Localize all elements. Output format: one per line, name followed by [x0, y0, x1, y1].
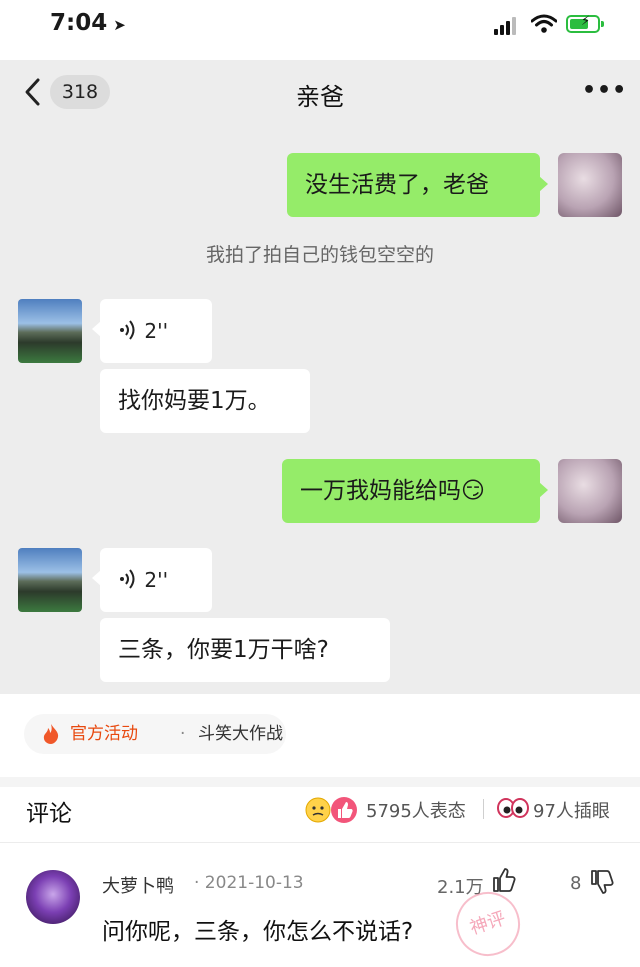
reaction-count[interactable]: 5795人表态 — [366, 797, 466, 823]
reaction-emoji-icon[interactable] — [304, 795, 364, 825]
divider — [0, 842, 640, 843]
eyes-icon — [497, 798, 529, 818]
voice-duration: 2'' — [144, 319, 169, 343]
voice-message-bubble[interactable]: 2'' — [92, 548, 212, 612]
thumbs-down-icon[interactable] — [590, 869, 614, 895]
header-separator — [483, 799, 484, 819]
my-message-bubble[interactable]: 没生活费了，老爸 — [287, 153, 548, 217]
thumbs-up-icon[interactable] — [492, 867, 516, 893]
insert-count[interactable]: 97人插眼 — [533, 797, 610, 823]
more-options-icon[interactable]: ••• — [582, 80, 626, 102]
message-text: 找你妈要1万。 — [118, 388, 271, 414]
cellular-signal-icon — [494, 17, 518, 35]
battery-charging-icon: ⚡ — [566, 14, 604, 33]
voice-waves-icon — [120, 569, 135, 589]
my-avatar[interactable] — [558, 153, 622, 217]
campaign-label: 官方活动 — [70, 724, 138, 744]
system-note: 我拍了拍自己的钱包空空的 — [205, 244, 434, 266]
comments-title: 评论 — [26, 801, 72, 827]
comment-text: 问你呢，三条，你怎么不说话? — [102, 919, 414, 945]
message-text: 一万我妈能给吗😏 — [300, 478, 485, 504]
commenter-avatar[interactable] — [26, 870, 80, 924]
time-text: 7:04 — [50, 10, 108, 36]
voice-duration: 2'' — [144, 568, 169, 592]
comment-date: · 2021-10-13 — [194, 873, 304, 893]
wifi-icon — [531, 14, 557, 33]
navigation-arrow-icon: ➤ — [113, 16, 126, 34]
section-divider — [0, 777, 640, 787]
campaign-chip[interactable]: 官方活动 · 斗笑大作战 — [24, 714, 286, 754]
message-text: 没生活费了，老爸 — [305, 172, 489, 198]
commenter-name[interactable]: 大萝卜鸭 — [102, 872, 174, 898]
my-message-bubble[interactable]: 一万我妈能给吗😏 — [282, 459, 548, 523]
message-text: 三条，你要1万干啥? — [118, 637, 329, 663]
voice-message-bubble[interactable]: 2'' — [92, 299, 212, 363]
their-message-bubble[interactable]: 三条，你要1万干啥? — [100, 618, 390, 682]
campaign-name: 斗笑大作战 — [198, 724, 283, 744]
my-avatar[interactable] — [558, 459, 622, 523]
dad-avatar[interactable] — [18, 548, 82, 612]
chat-title: 亲爸 — [296, 83, 344, 111]
dad-avatar[interactable] — [18, 299, 82, 363]
their-message-bubble[interactable]: 找你妈要1万。 — [100, 369, 310, 433]
status-time: 7:04 ➤ — [50, 10, 126, 36]
campaign-separator: · — [180, 724, 186, 744]
dislike-count: 8 — [570, 873, 582, 894]
flame-icon — [43, 724, 59, 744]
voice-waves-icon — [120, 320, 135, 340]
